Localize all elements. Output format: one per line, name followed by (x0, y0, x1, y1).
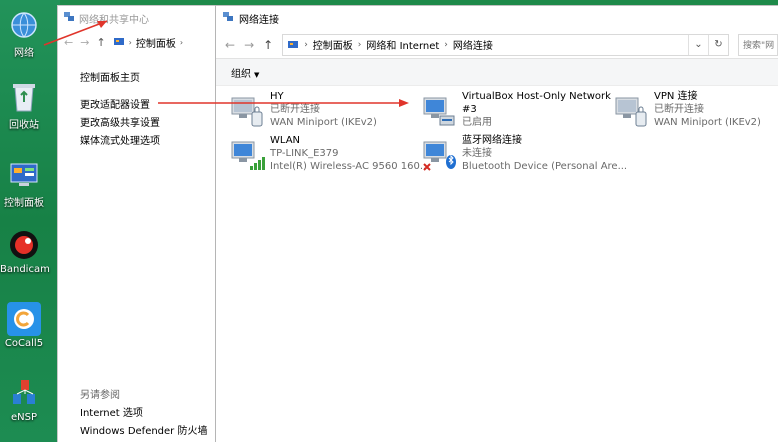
desktop-icon-label: CoCall5 (4, 338, 44, 349)
sidebar: 控制面板主页 更改适配器设置 更改高级共享设置 媒体流式处理选项 另请参阅 In… (58, 53, 218, 442)
connection-device: WAN Miniport (IKEv2) (654, 117, 761, 128)
titlebar: 网络连接 (216, 6, 778, 31)
vpn-adapter-icon (615, 97, 647, 127)
desktop-icon-control-panel[interactable]: 控制面板 (0, 158, 48, 209)
bandicam-icon (7, 228, 41, 262)
wlan-adapter-icon (231, 141, 265, 170)
caret-down-icon: ▼ (254, 70, 260, 79)
connection-text: HY 已断开连接 WAN Miniport (IKEv2) (270, 90, 377, 129)
command-bar: 组织 ▼ (216, 59, 778, 86)
control-panel-home-link[interactable]: 控制面板主页 (80, 69, 140, 84)
desktop-icon-label: 控制面板 (4, 198, 44, 209)
connection-text: WLAN TP-LINK_E379 Intel(R) Wireless-AC 9… (270, 134, 429, 173)
ensp-icon (7, 376, 41, 410)
desktop-icon-label: 回收站 (9, 120, 39, 131)
control-panel-icon (7, 158, 41, 192)
breadcrumb-item[interactable]: 控制面板 (313, 37, 353, 52)
recycle-bin-icon (7, 80, 41, 114)
change-advanced-sharing-link[interactable]: 更改高级共享设置 (80, 114, 160, 129)
connection-status: 已断开连接 (654, 104, 704, 115)
forward-arrow-icon[interactable]: → (244, 38, 254, 52)
connection-device: WAN Miniport (IKEv2) (270, 117, 377, 128)
cocall-icon (7, 302, 41, 336)
network-icon (7, 8, 41, 42)
breadcrumb[interactable]: › 控制面板 › (113, 35, 183, 50)
desktop-icon-network[interactable]: 网络 (0, 8, 48, 59)
connection-name: VPN 连接 (654, 91, 698, 102)
desktop-icon-bandicam[interactable]: Bandicam (0, 228, 50, 275)
forward-arrow-icon[interactable]: → (80, 36, 89, 49)
address-bar[interactable]: › 控制面板 › 网络和 Internet › 网络连接 ⌄ ↻ (282, 33, 729, 56)
breadcrumb-item[interactable]: 控制面板 (136, 35, 176, 50)
ethernet-adapter-icon (423, 97, 455, 126)
window-title: 网络和共享中心 (79, 15, 149, 26)
connection-name: WLAN (270, 135, 301, 146)
connection-name: HY (270, 91, 284, 102)
desktop-icon-label: 网络 (14, 48, 34, 59)
connection-text: 蓝牙网络连接 未连接 Bluetooth Device (Personal Ar… (462, 134, 627, 173)
connection-status: 已断开连接 (270, 104, 320, 115)
connection-name: VirtualBox Host-Only Network (462, 91, 611, 102)
connection-status: TP-LINK_E379 (270, 148, 339, 159)
change-adapter-settings-link[interactable]: 更改适配器设置 (80, 96, 150, 111)
breadcrumb-item[interactable]: 网络和 Internet (366, 37, 439, 52)
nav-bar: ← → ↑ › 控制面板 › (58, 31, 236, 53)
address-controls: ⌄ ↻ (688, 34, 728, 55)
up-arrow-icon[interactable]: ↑ (96, 36, 105, 49)
connection-item-vpn[interactable]: VPN 连接 已断开连接 WAN Miniport (IKEv2) (614, 90, 778, 132)
network-sharing-center-window: 网络和共享中心 ← → ↑ › 控制面板 › 控制面板主页 更改适配器设置 更改… (57, 5, 237, 442)
connection-name-suffix: #3 (462, 104, 477, 115)
control-panel-small-icon (288, 40, 299, 48)
organize-button[interactable]: 组织 ▼ (231, 65, 259, 80)
connection-item-hy[interactable]: HY 已断开连接 WAN Miniport (IKEv2) (230, 90, 416, 132)
connection-status: 未连接 (462, 148, 492, 159)
connection-item-bluetooth[interactable]: 蓝牙网络连接 未连接 Bluetooth Device (Personal Ar… (422, 134, 627, 176)
titlebar: 网络和共享中心 (58, 6, 236, 31)
control-panel-small-icon (113, 38, 124, 45)
search-input[interactable]: 搜索"网 (738, 33, 778, 56)
refresh-icon[interactable]: ↻ (708, 34, 728, 55)
media-streaming-link[interactable]: 媒体流式处理选项 (80, 132, 160, 147)
connection-status: 已启用 (462, 117, 492, 128)
see-also-title: 另请参阅 (80, 390, 120, 401)
chevron-down-icon[interactable]: ⌄ (688, 34, 708, 55)
connection-item-virtualbox[interactable]: VirtualBox Host-Only Network #3 已启用 (422, 90, 611, 132)
bluetooth-adapter-icon (423, 141, 456, 171)
connection-device: Intel(R) Wireless-AC 9560 160... (270, 161, 430, 172)
firewall-link[interactable]: Windows Defender 防火墙 (80, 422, 207, 437)
connection-name: 蓝牙网络连接 (462, 135, 522, 146)
back-arrow-icon[interactable]: ← (64, 36, 73, 49)
connection-text: VPN 连接 已断开连接 WAN Miniport (IKEv2) (654, 90, 761, 129)
desktop-icon-ensp[interactable]: eNSP (0, 376, 48, 423)
window-network-icon (63, 11, 75, 26)
connection-item-wlan[interactable]: WLAN TP-LINK_E379 Intel(R) Wireless-AC 9… (230, 134, 429, 176)
connection-device: Bluetooth Device (Personal Are... (462, 161, 628, 172)
desktop-icon-cocall[interactable]: CoCall5 (0, 302, 48, 349)
desktop-icon-label: eNSP (10, 412, 37, 423)
internet-options-link[interactable]: Internet 选项 (80, 404, 143, 419)
desktop: 网络 回收站 控制面板 Bandicam CoCall5 eNSP (0, 0, 60, 442)
connection-text: VirtualBox Host-Only Network #3 已启用 (462, 90, 611, 129)
back-arrow-icon[interactable]: ← (225, 38, 235, 52)
up-arrow-icon[interactable]: ↑ (263, 38, 273, 52)
desktop-icon-recycle-bin[interactable]: 回收站 (0, 80, 48, 131)
window-network-icon (222, 11, 234, 26)
desktop-icon-label: Bandicam (0, 264, 50, 275)
window-title: 网络连接 (239, 15, 279, 26)
address-row: ← → ↑ › 控制面板 › 网络和 Internet › 网络连接 ⌄ ↻ 搜… (216, 31, 778, 59)
breadcrumb-item[interactable]: 网络连接 (453, 37, 493, 52)
network-connections-window: 网络连接 ← → ↑ › 控制面板 › 网络和 Internet › 网络连接 … (215, 5, 778, 442)
vpn-adapter-icon (231, 97, 263, 127)
